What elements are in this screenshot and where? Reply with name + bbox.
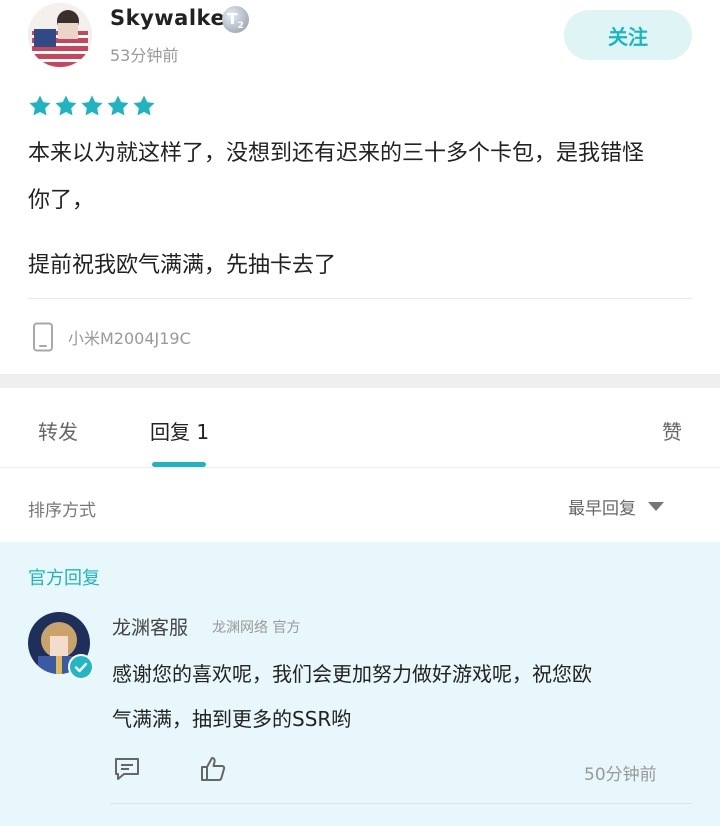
comment-icon [115,758,139,780]
official-reply-label: 官方回复 [28,568,100,589]
device-info: 小米M2004J19C [32,322,191,352]
sort-dropdown[interactable]: 最早回复 [568,494,664,519]
reply-line: 气满满，抽到更多的SSR哟 [112,707,352,731]
verified-icon [68,654,94,680]
follow-button[interactable]: 关注 [564,10,692,60]
tab-like[interactable]: 赞 [662,416,682,445]
like-button[interactable] [198,754,228,788]
divider [110,803,692,804]
star-icon [133,95,155,116]
divider [28,298,692,299]
comment-button[interactable] [112,754,142,788]
star-icon [55,95,77,116]
reply-author-tag: 龙渊网络 官方 [212,620,301,636]
level-letter: T [227,10,238,28]
thumbs-up-icon [201,757,226,781]
caret-down-icon [648,502,664,511]
level-badge: T2 [222,6,249,33]
post-time: 53分钟前 [110,46,179,65]
star-icon [29,95,51,116]
star-icon [107,95,129,116]
post-paragraph: 你了， [28,188,95,213]
post-content: 本来以为就这样了，没想到还有迟来的三十多个卡包，是我错怪 你了， 提前祝我欧气满… [28,130,698,289]
sort-label: 排序方式 [28,501,96,521]
level-number: 2 [237,21,244,31]
sort-value: 最早回复 [568,499,636,519]
reply-line: 感谢您的喜欢呢，我们会更加努力做好游戏呢，祝您欧 [112,662,592,686]
post-paragraph: 本来以为就这样了，没想到还有迟来的三十多个卡包，是我错怪 [28,141,645,166]
user-avatar[interactable] [28,3,92,67]
star-icon [81,95,103,116]
post-paragraph: 提前祝我欧气满满，先抽卡去了 [28,253,337,278]
tab-repost[interactable]: 转发 [38,416,78,445]
reply-content: 感谢您的喜欢呢，我们会更加努力做好游戏呢，祝您欧 气满满，抽到更多的SSR哟 [112,652,702,742]
tab-reply[interactable]: 回复 1 [150,416,209,445]
divider [0,467,720,468]
section-separator [0,374,720,388]
username[interactable]: Skywalker [110,6,236,30]
phone-icon [33,322,53,352]
rating-stars [28,94,156,118]
reply-time: 50分钟前 [584,765,657,785]
device-label: 小米M2004J19C [68,329,191,348]
reply-author-name[interactable]: 龙渊客服 [112,613,188,640]
